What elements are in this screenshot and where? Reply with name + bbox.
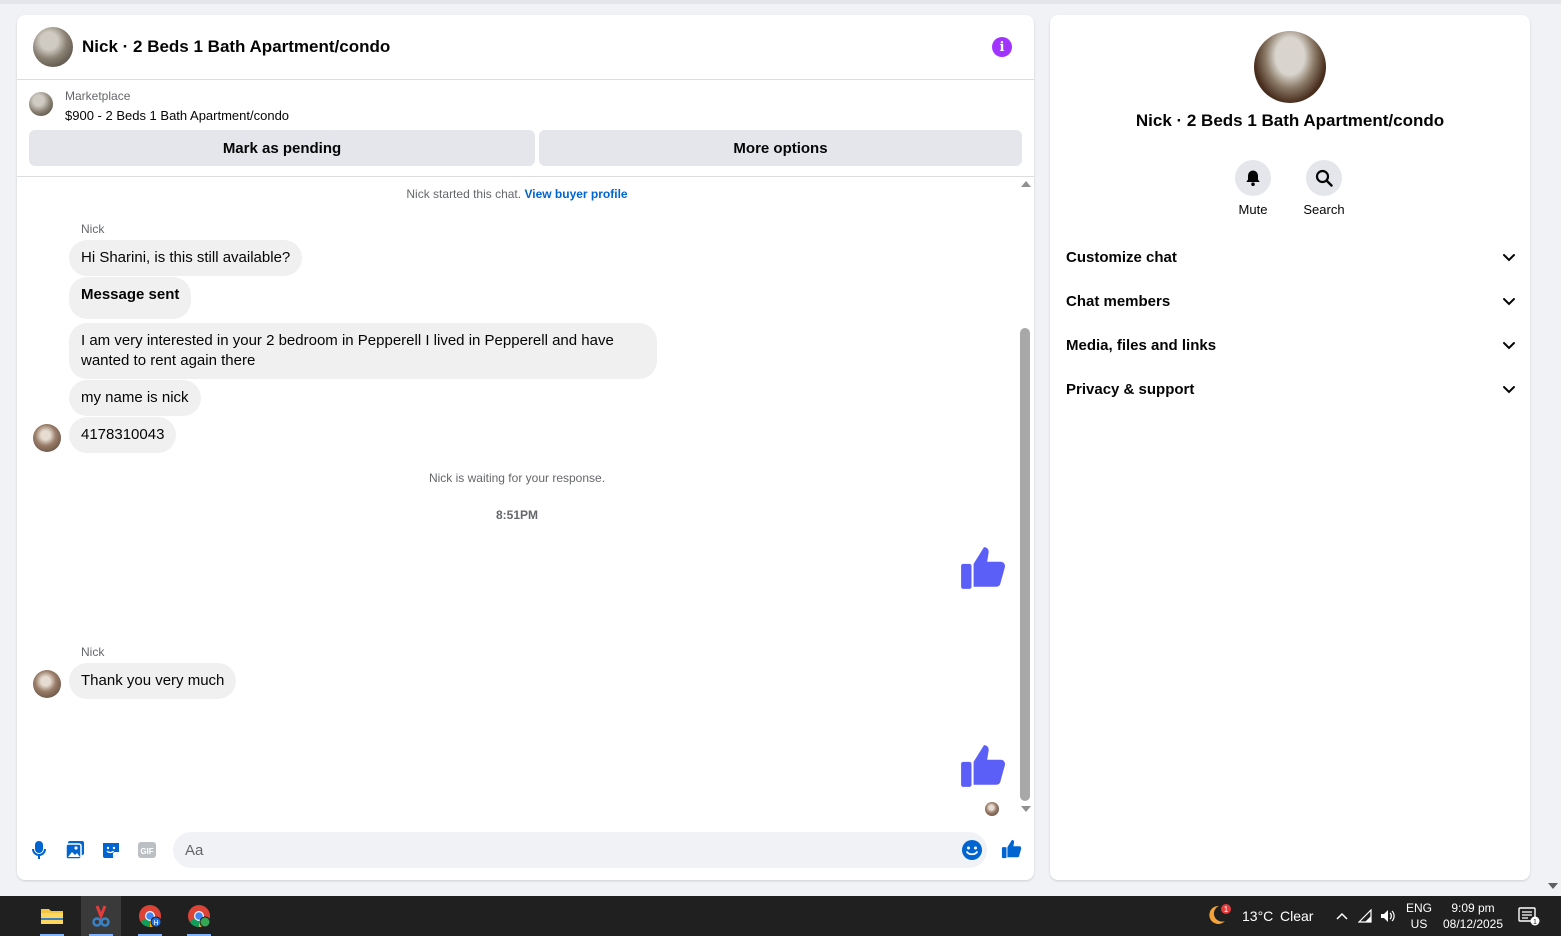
task-view-icon[interactable] bbox=[0, 896, 10, 936]
gif-label: GIF bbox=[140, 847, 153, 856]
chrome-icon[interactable]: H bbox=[130, 896, 170, 936]
seen-indicator-avatar bbox=[985, 802, 999, 816]
svg-text:H: H bbox=[153, 920, 158, 927]
avatar[interactable] bbox=[33, 670, 61, 698]
more-options-button[interactable]: More options bbox=[539, 130, 1022, 166]
mark-as-pending-button[interactable]: Mark as pending bbox=[29, 130, 535, 166]
composer: GIF Aa bbox=[17, 827, 1034, 873]
message-bubble[interactable]: 4178310043 bbox=[69, 417, 177, 453]
page-scroll-down-arrow[interactable] bbox=[1548, 883, 1558, 889]
message-input[interactable]: Aa bbox=[173, 832, 987, 868]
scroll-thumb[interactable] bbox=[1020, 328, 1030, 801]
emoji-icon[interactable] bbox=[961, 839, 983, 861]
sender-name: Nick bbox=[81, 645, 105, 659]
info-icon[interactable]: i bbox=[992, 37, 1012, 57]
microphone-icon[interactable] bbox=[28, 839, 50, 861]
message-bubble[interactable]: Hi Sharini, is this still available? bbox=[69, 240, 303, 276]
network-icon[interactable] bbox=[1356, 896, 1376, 936]
chevron-down-icon bbox=[1503, 254, 1515, 262]
top-strip bbox=[0, 0, 1561, 4]
listing-summary[interactable]: Marketplace $900 - 2 Beds 1 Bath Apartme… bbox=[29, 89, 289, 126]
volume-icon[interactable] bbox=[1378, 896, 1398, 936]
scroll-up-arrow[interactable] bbox=[1021, 181, 1031, 187]
chat-started-notice: Nick started this chat. View buyer profi… bbox=[17, 187, 1017, 201]
clock[interactable]: 9:09 pm 08/12/2025 bbox=[1440, 900, 1506, 932]
clock-time: 9:09 pm bbox=[1451, 901, 1495, 915]
like-sticker-icon[interactable] bbox=[959, 741, 1009, 791]
bell-icon[interactable] bbox=[1235, 160, 1271, 196]
weather-desc[interactable]: Clear bbox=[1280, 908, 1313, 924]
avatar[interactable] bbox=[33, 27, 73, 67]
waiting-notice: Nick is waiting for your response. bbox=[428, 471, 606, 485]
timestamp: 8:51PM bbox=[495, 508, 539, 522]
chat-title[interactable]: Nick · 2 Beds 1 Bath Apartment/condo bbox=[82, 37, 390, 57]
mute-button[interactable]: Mute bbox=[1223, 160, 1283, 217]
sender-name: Nick bbox=[81, 222, 105, 236]
chevron-up-icon[interactable] bbox=[1332, 896, 1352, 936]
chevron-down-icon bbox=[1503, 386, 1515, 394]
message-bubble[interactable]: my name is nick bbox=[69, 380, 201, 416]
file-explorer-icon[interactable] bbox=[32, 896, 72, 936]
message-scrollbar[interactable] bbox=[1018, 178, 1032, 821]
gif-icon[interactable]: GIF bbox=[136, 839, 158, 861]
customize-chat-row[interactable]: Customize chat bbox=[1066, 239, 1516, 275]
photo-icon[interactable] bbox=[64, 839, 86, 861]
section-label: Privacy & support bbox=[1066, 380, 1195, 398]
region-code: US bbox=[1410, 917, 1428, 931]
mute-label: Mute bbox=[1238, 202, 1268, 217]
view-buyer-profile-link[interactable]: View buyer profile bbox=[524, 187, 627, 201]
details-title: Nick · 2 Beds 1 Bath Apartment/condo bbox=[1135, 111, 1445, 130]
media-files-links-row[interactable]: Media, files and links bbox=[1066, 327, 1516, 363]
listing-label: Marketplace bbox=[65, 89, 131, 103]
section-label: Customize chat bbox=[1066, 248, 1177, 266]
like-icon[interactable] bbox=[1001, 838, 1023, 860]
chevron-down-icon bbox=[1503, 298, 1515, 306]
chat-panel: Nick · 2 Beds 1 Bath Apartment/condo i M… bbox=[17, 15, 1034, 880]
chat-details-panel: Nick · 2 Beds 1 Bath Apartment/condo Mut… bbox=[1050, 15, 1530, 880]
chrome-profile-icon[interactable] bbox=[179, 896, 219, 936]
clock-date: 08/12/2025 bbox=[1442, 917, 1504, 931]
message-bubble[interactable]: Message sent bbox=[69, 277, 192, 319]
chat-started-text: Nick started this chat. bbox=[406, 187, 522, 201]
chevron-down-icon bbox=[1503, 342, 1515, 350]
chat-members-row[interactable]: Chat members bbox=[1066, 283, 1516, 319]
search-icon[interactable] bbox=[1306, 160, 1342, 196]
scroll-down-arrow[interactable] bbox=[1021, 806, 1031, 812]
listing-thumbnail bbox=[29, 92, 53, 116]
weather-icon[interactable]: 1 bbox=[1202, 896, 1238, 936]
search-button[interactable]: Search bbox=[1294, 160, 1354, 217]
message-bubble[interactable]: Thank you very much bbox=[69, 663, 237, 699]
divider bbox=[17, 176, 1034, 177]
taskbar: H 1 13°C Clear ENG US 9:09 pm 08/12/2025… bbox=[0, 896, 1561, 936]
search-label: Search bbox=[1303, 202, 1345, 217]
like-sticker-icon[interactable] bbox=[959, 543, 1009, 593]
section-label: Media, files and links bbox=[1066, 336, 1217, 354]
snipping-tool-icon[interactable] bbox=[81, 896, 121, 936]
avatar[interactable] bbox=[33, 424, 61, 452]
avatar[interactable] bbox=[1254, 31, 1326, 103]
notification-icon[interactable]: 1 bbox=[1514, 896, 1544, 936]
weather-temp[interactable]: 13°C bbox=[1242, 908, 1273, 924]
language-indicator[interactable]: ENG US bbox=[1403, 900, 1435, 932]
message-bubble[interactable]: I am very interested in your 2 bedroom i… bbox=[69, 323, 657, 379]
listing-title: $900 - 2 Beds 1 Bath Apartment/condo bbox=[65, 108, 290, 123]
privacy-support-row[interactable]: Privacy & support bbox=[1066, 371, 1516, 407]
language-code: ENG bbox=[1405, 901, 1432, 915]
notification-count: 1 bbox=[1533, 919, 1537, 926]
section-label: Chat members bbox=[1066, 292, 1171, 310]
sticker-icon[interactable] bbox=[100, 839, 122, 861]
chat-header: Nick · 2 Beds 1 Bath Apartment/condo i bbox=[17, 15, 1034, 80]
weather-badge: 1 bbox=[1224, 905, 1229, 914]
